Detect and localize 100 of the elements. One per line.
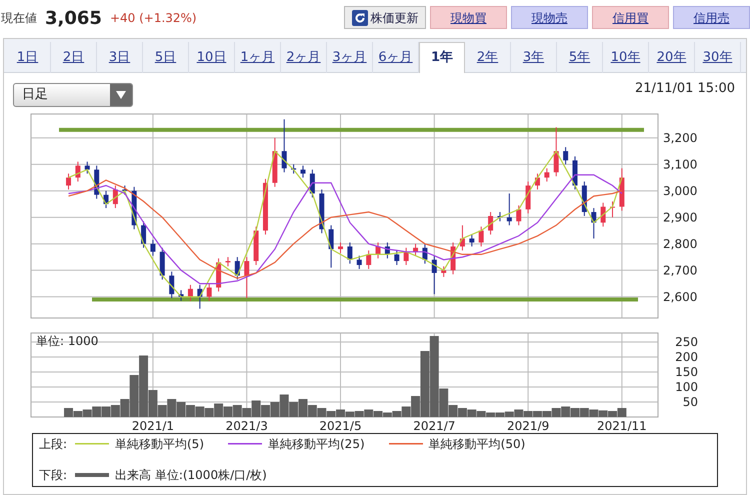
candlestick bbox=[366, 250, 372, 270]
period-tab[interactable]: 1ヶ月 bbox=[235, 42, 281, 73]
axis-label: 3,100 bbox=[663, 157, 698, 172]
period-dropdown[interactable]: 日足 bbox=[13, 83, 133, 107]
period-tab[interactable]: 30年 bbox=[695, 42, 741, 73]
candlestick bbox=[506, 192, 512, 226]
period-tab[interactable]: 2年 bbox=[465, 42, 511, 73]
axis-label: 3,000 bbox=[663, 184, 698, 198]
axis-label: 2021/11 bbox=[596, 419, 647, 431]
legend-swatch bbox=[75, 441, 109, 447]
candlestick bbox=[104, 190, 109, 209]
legend-text: 単純移動平均(5) bbox=[115, 436, 204, 453]
candlestick bbox=[300, 165, 306, 178]
candlestick bbox=[534, 173, 540, 190]
candlestick bbox=[404, 247, 409, 266]
volume-bar bbox=[561, 406, 570, 417]
candlestick bbox=[619, 168, 624, 212]
period-tab[interactable]: 20年 bbox=[649, 42, 695, 73]
candlestick bbox=[66, 173, 72, 190]
trade-button[interactable]: 現物買 bbox=[430, 6, 507, 29]
candlestick bbox=[516, 204, 522, 226]
candlestick bbox=[582, 181, 587, 216]
candlestick bbox=[356, 255, 362, 270]
period-tab[interactable]: 2日 bbox=[51, 42, 97, 73]
candlestick bbox=[554, 126, 559, 177]
candlestick bbox=[310, 169, 315, 198]
candlestick bbox=[122, 185, 128, 196]
candlestick bbox=[376, 242, 381, 259]
refresh-button[interactable]: 株価更新 bbox=[344, 6, 426, 29]
axis-label: 250 bbox=[675, 335, 698, 349]
axis-label: 2,600 bbox=[663, 290, 698, 304]
candlestick bbox=[84, 161, 90, 174]
candlestick bbox=[282, 118, 287, 173]
candlestick bbox=[338, 242, 344, 254]
candlestick bbox=[225, 256, 230, 267]
candlestick bbox=[347, 242, 352, 264]
candlestick bbox=[150, 239, 156, 256]
period-tab[interactable]: 5年 bbox=[557, 42, 603, 73]
legend-label: 下段: bbox=[39, 467, 68, 484]
candlestick bbox=[478, 226, 484, 247]
trade-button[interactable]: 信用売 bbox=[673, 6, 750, 29]
candlestick bbox=[422, 243, 428, 264]
candlestick bbox=[197, 284, 202, 310]
legend-swatch bbox=[228, 441, 262, 447]
period-tab[interactable]: 2ヶ月 bbox=[281, 42, 327, 73]
axis-label: 2,700 bbox=[663, 263, 698, 278]
candlestick bbox=[432, 255, 437, 295]
candlestick bbox=[563, 146, 568, 165]
volume-bar bbox=[92, 406, 102, 417]
price-label: 現在値 bbox=[1, 10, 37, 27]
period-tab[interactable]: 1日 bbox=[5, 42, 51, 73]
candlestick bbox=[234, 256, 240, 280]
candlestick bbox=[572, 156, 578, 190]
candlestick bbox=[394, 250, 400, 266]
candlestick bbox=[469, 234, 474, 247]
price-change: +40 (+1.32%) bbox=[110, 10, 197, 27]
period-tab[interactable]: 10年 bbox=[603, 42, 649, 73]
volume-bar bbox=[176, 402, 186, 417]
candlestick bbox=[291, 164, 296, 174]
axis-label: 2021/9 bbox=[507, 419, 550, 431]
axis-label: 2021/1 bbox=[132, 419, 174, 431]
refresh-icon bbox=[352, 10, 368, 26]
period-tab[interactable]: 3ヶ月 bbox=[327, 42, 373, 73]
candlestick bbox=[460, 224, 465, 251]
axis-label: 200 bbox=[675, 350, 698, 364]
candlestick bbox=[216, 258, 222, 292]
candlestick bbox=[169, 271, 174, 299]
period-tab[interactable]: 3年 bbox=[511, 42, 557, 73]
unit-label: 単位: 1000 bbox=[36, 334, 98, 348]
volume-bar bbox=[102, 406, 111, 417]
trade-button[interactable]: 現物売 bbox=[511, 6, 588, 29]
candlestick bbox=[544, 168, 550, 182]
candlestick bbox=[319, 189, 324, 234]
axis-label: 2021/5 bbox=[319, 419, 362, 431]
axis-label: 2,800 bbox=[663, 236, 698, 251]
candlestick bbox=[488, 212, 494, 236]
candlestick bbox=[112, 185, 118, 209]
candlestick bbox=[94, 165, 100, 200]
candlestick bbox=[591, 208, 596, 240]
candlestick bbox=[497, 212, 502, 222]
legend-text: 単純移動平均(50) bbox=[428, 436, 526, 453]
candlestick bbox=[328, 224, 334, 268]
axis-label: 2021/3 bbox=[226, 419, 268, 431]
axis-label: 2,900 bbox=[663, 210, 698, 224]
current-price: 3,065 bbox=[45, 6, 102, 30]
legend-swatch bbox=[75, 472, 109, 478]
timestamp: 21/11/01 15:00 bbox=[635, 80, 735, 98]
legend-text: 出来高 単位:(1000株/口/枚) bbox=[115, 467, 267, 484]
trade-button[interactable]: 信用買 bbox=[592, 6, 669, 29]
candlestick bbox=[75, 161, 80, 182]
candlestick bbox=[272, 137, 278, 188]
period-tab[interactable]: 3日 bbox=[97, 42, 143, 73]
period-tab[interactable]: 1年 bbox=[419, 42, 465, 73]
candlestick bbox=[450, 242, 456, 275]
candlestick bbox=[254, 226, 259, 266]
candlestick bbox=[188, 284, 193, 302]
legend-swatch bbox=[388, 441, 423, 447]
period-tab[interactable]: 10日 bbox=[189, 42, 235, 73]
period-tab[interactable]: 5日 bbox=[143, 42, 189, 73]
axis-label: 100 bbox=[675, 380, 698, 394]
